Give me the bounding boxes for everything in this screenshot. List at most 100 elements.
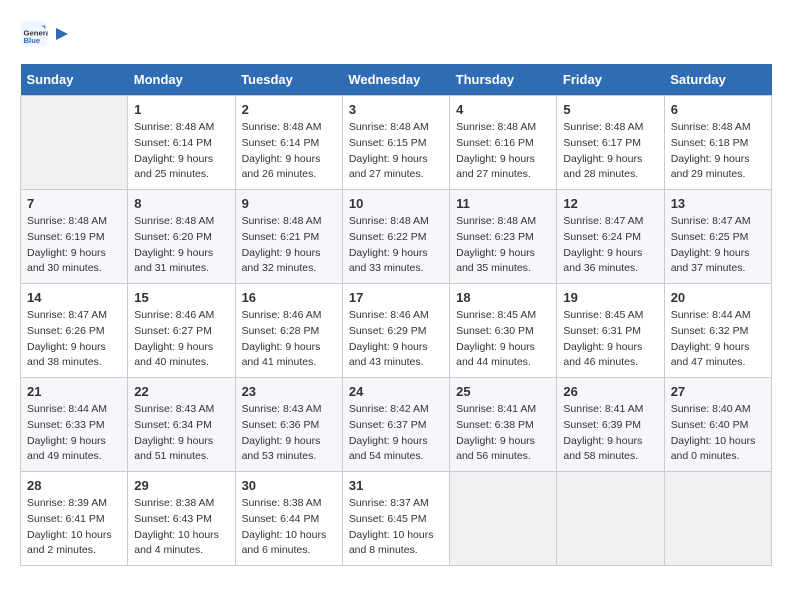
day-number: 4 bbox=[456, 102, 550, 117]
sunset-text: Sunset: 6:36 PM bbox=[242, 419, 320, 431]
day-number: 24 bbox=[349, 384, 443, 399]
day-info: Sunrise: 8:45 AM Sunset: 6:31 PM Dayligh… bbox=[563, 308, 657, 371]
sunset-text: Sunset: 6:33 PM bbox=[27, 419, 105, 431]
daylight-text: Daylight: 9 hours and 43 minutes. bbox=[349, 341, 428, 369]
calendar-cell bbox=[450, 472, 557, 566]
daylight-text: Daylight: 9 hours and 44 minutes. bbox=[456, 341, 535, 369]
col-monday: Monday bbox=[128, 64, 235, 96]
col-sunday: Sunday bbox=[21, 64, 128, 96]
day-info: Sunrise: 8:41 AM Sunset: 6:38 PM Dayligh… bbox=[456, 402, 550, 465]
sunrise-text: Sunrise: 8:41 AM bbox=[456, 403, 536, 415]
sunset-text: Sunset: 6:34 PM bbox=[134, 419, 212, 431]
sunrise-text: Sunrise: 8:43 AM bbox=[134, 403, 214, 415]
daylight-text: Daylight: 9 hours and 41 minutes. bbox=[242, 341, 321, 369]
daylight-text: Daylight: 9 hours and 47 minutes. bbox=[671, 341, 750, 369]
logo-flag-icon bbox=[53, 26, 69, 48]
daylight-text: Daylight: 9 hours and 58 minutes. bbox=[563, 435, 642, 463]
calendar-table: Sunday Monday Tuesday Wednesday Thursday… bbox=[20, 64, 772, 566]
daylight-text: Daylight: 10 hours and 2 minutes. bbox=[27, 529, 112, 557]
calendar-week-row: 28 Sunrise: 8:39 AM Sunset: 6:41 PM Dayl… bbox=[21, 472, 772, 566]
day-number: 31 bbox=[349, 478, 443, 493]
sunset-text: Sunset: 6:17 PM bbox=[563, 137, 641, 149]
calendar-cell: 20 Sunrise: 8:44 AM Sunset: 6:32 PM Dayl… bbox=[664, 284, 771, 378]
calendar-cell: 2 Sunrise: 8:48 AM Sunset: 6:14 PM Dayli… bbox=[235, 96, 342, 190]
calendar-cell: 21 Sunrise: 8:44 AM Sunset: 6:33 PM Dayl… bbox=[21, 378, 128, 472]
daylight-text: Daylight: 9 hours and 28 minutes. bbox=[563, 153, 642, 181]
sunrise-text: Sunrise: 8:48 AM bbox=[134, 215, 214, 227]
col-wednesday: Wednesday bbox=[342, 64, 449, 96]
sunrise-text: Sunrise: 8:44 AM bbox=[27, 403, 107, 415]
daylight-text: Daylight: 9 hours and 25 minutes. bbox=[134, 153, 213, 181]
day-number: 3 bbox=[349, 102, 443, 117]
sunrise-text: Sunrise: 8:48 AM bbox=[563, 121, 643, 133]
calendar-cell: 28 Sunrise: 8:39 AM Sunset: 6:41 PM Dayl… bbox=[21, 472, 128, 566]
calendar-header-row: Sunday Monday Tuesday Wednesday Thursday… bbox=[21, 64, 772, 96]
day-info: Sunrise: 8:48 AM Sunset: 6:14 PM Dayligh… bbox=[134, 120, 228, 183]
sunrise-text: Sunrise: 8:48 AM bbox=[456, 215, 536, 227]
logo-icon: General Blue bbox=[20, 20, 48, 48]
day-info: Sunrise: 8:48 AM Sunset: 6:16 PM Dayligh… bbox=[456, 120, 550, 183]
sunset-text: Sunset: 6:27 PM bbox=[134, 325, 212, 337]
calendar-cell: 19 Sunrise: 8:45 AM Sunset: 6:31 PM Dayl… bbox=[557, 284, 664, 378]
sunrise-text: Sunrise: 8:42 AM bbox=[349, 403, 429, 415]
svg-text:Blue: Blue bbox=[24, 36, 41, 45]
daylight-text: Daylight: 9 hours and 27 minutes. bbox=[349, 153, 428, 181]
sunrise-text: Sunrise: 8:38 AM bbox=[242, 497, 322, 509]
daylight-text: Daylight: 9 hours and 27 minutes. bbox=[456, 153, 535, 181]
day-info: Sunrise: 8:48 AM Sunset: 6:21 PM Dayligh… bbox=[242, 214, 336, 277]
daylight-text: Daylight: 9 hours and 49 minutes. bbox=[27, 435, 106, 463]
sunrise-text: Sunrise: 8:48 AM bbox=[242, 215, 322, 227]
day-number: 21 bbox=[27, 384, 121, 399]
sunrise-text: Sunrise: 8:43 AM bbox=[242, 403, 322, 415]
daylight-text: Daylight: 9 hours and 29 minutes. bbox=[671, 153, 750, 181]
sunset-text: Sunset: 6:31 PM bbox=[563, 325, 641, 337]
sunset-text: Sunset: 6:23 PM bbox=[456, 231, 534, 243]
day-info: Sunrise: 8:40 AM Sunset: 6:40 PM Dayligh… bbox=[671, 402, 765, 465]
calendar-cell bbox=[21, 96, 128, 190]
calendar-week-row: 14 Sunrise: 8:47 AM Sunset: 6:26 PM Dayl… bbox=[21, 284, 772, 378]
calendar-cell: 13 Sunrise: 8:47 AM Sunset: 6:25 PM Dayl… bbox=[664, 190, 771, 284]
day-info: Sunrise: 8:47 AM Sunset: 6:25 PM Dayligh… bbox=[671, 214, 765, 277]
calendar-cell: 4 Sunrise: 8:48 AM Sunset: 6:16 PM Dayli… bbox=[450, 96, 557, 190]
sunset-text: Sunset: 6:18 PM bbox=[671, 137, 749, 149]
sunrise-text: Sunrise: 8:37 AM bbox=[349, 497, 429, 509]
daylight-text: Daylight: 9 hours and 38 minutes. bbox=[27, 341, 106, 369]
calendar-cell: 5 Sunrise: 8:48 AM Sunset: 6:17 PM Dayli… bbox=[557, 96, 664, 190]
sunrise-text: Sunrise: 8:46 AM bbox=[134, 309, 214, 321]
calendar-week-row: 7 Sunrise: 8:48 AM Sunset: 6:19 PM Dayli… bbox=[21, 190, 772, 284]
calendar-cell: 24 Sunrise: 8:42 AM Sunset: 6:37 PM Dayl… bbox=[342, 378, 449, 472]
day-info: Sunrise: 8:37 AM Sunset: 6:45 PM Dayligh… bbox=[349, 496, 443, 559]
day-number: 23 bbox=[242, 384, 336, 399]
sunset-text: Sunset: 6:32 PM bbox=[671, 325, 749, 337]
sunrise-text: Sunrise: 8:47 AM bbox=[27, 309, 107, 321]
day-number: 17 bbox=[349, 290, 443, 305]
calendar-cell: 12 Sunrise: 8:47 AM Sunset: 6:24 PM Dayl… bbox=[557, 190, 664, 284]
sunrise-text: Sunrise: 8:45 AM bbox=[456, 309, 536, 321]
sunset-text: Sunset: 6:15 PM bbox=[349, 137, 427, 149]
sunset-text: Sunset: 6:44 PM bbox=[242, 513, 320, 525]
calendar-cell: 30 Sunrise: 8:38 AM Sunset: 6:44 PM Dayl… bbox=[235, 472, 342, 566]
day-number: 19 bbox=[563, 290, 657, 305]
calendar-cell bbox=[664, 472, 771, 566]
calendar-cell: 8 Sunrise: 8:48 AM Sunset: 6:20 PM Dayli… bbox=[128, 190, 235, 284]
sunset-text: Sunset: 6:14 PM bbox=[134, 137, 212, 149]
calendar-cell bbox=[557, 472, 664, 566]
sunset-text: Sunset: 6:21 PM bbox=[242, 231, 320, 243]
day-info: Sunrise: 8:45 AM Sunset: 6:30 PM Dayligh… bbox=[456, 308, 550, 371]
col-thursday: Thursday bbox=[450, 64, 557, 96]
sunrise-text: Sunrise: 8:41 AM bbox=[563, 403, 643, 415]
sunset-text: Sunset: 6:45 PM bbox=[349, 513, 427, 525]
day-info: Sunrise: 8:46 AM Sunset: 6:28 PM Dayligh… bbox=[242, 308, 336, 371]
sunset-text: Sunset: 6:20 PM bbox=[134, 231, 212, 243]
day-number: 18 bbox=[456, 290, 550, 305]
sunrise-text: Sunrise: 8:39 AM bbox=[27, 497, 107, 509]
day-info: Sunrise: 8:48 AM Sunset: 6:15 PM Dayligh… bbox=[349, 120, 443, 183]
daylight-text: Daylight: 9 hours and 26 minutes. bbox=[242, 153, 321, 181]
sunset-text: Sunset: 6:24 PM bbox=[563, 231, 641, 243]
col-friday: Friday bbox=[557, 64, 664, 96]
day-info: Sunrise: 8:48 AM Sunset: 6:18 PM Dayligh… bbox=[671, 120, 765, 183]
day-number: 11 bbox=[456, 196, 550, 211]
daylight-text: Daylight: 9 hours and 40 minutes. bbox=[134, 341, 213, 369]
daylight-text: Daylight: 9 hours and 35 minutes. bbox=[456, 247, 535, 275]
sunset-text: Sunset: 6:38 PM bbox=[456, 419, 534, 431]
